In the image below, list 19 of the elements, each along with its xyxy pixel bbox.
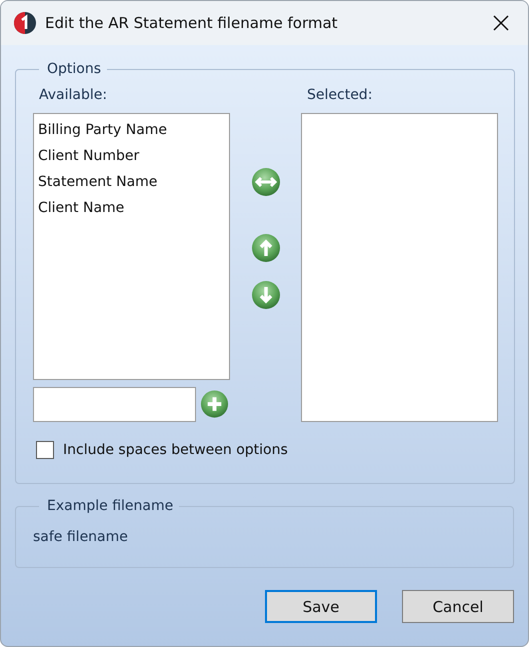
checkbox-label: Include spaces between options [63,442,288,458]
list-item[interactable]: Client Name [38,200,225,216]
example-filename: safe filename [33,529,128,545]
selected-label: Selected: [307,87,374,105]
window-title: Edit the AR Statement filename format [45,14,339,32]
options-legend: Options [39,61,108,77]
close-icon[interactable] [492,14,510,32]
save-button[interactable]: Save [265,590,377,623]
list-item[interactable]: Client Number [38,148,225,164]
available-label: Available: [39,87,108,105]
option-input-field[interactable] [33,387,196,422]
cancel-button[interactable]: Cancel [402,590,514,623]
swap-arrows-icon[interactable] [250,167,282,199]
app-logo-icon [13,11,37,35]
checkbox[interactable] [36,441,54,459]
list-item[interactable]: Statement Name [38,174,225,190]
example-legend: Example filename [39,498,180,514]
list-item[interactable]: Billing Party Name [38,122,225,138]
add-icon[interactable] [199,388,230,420]
